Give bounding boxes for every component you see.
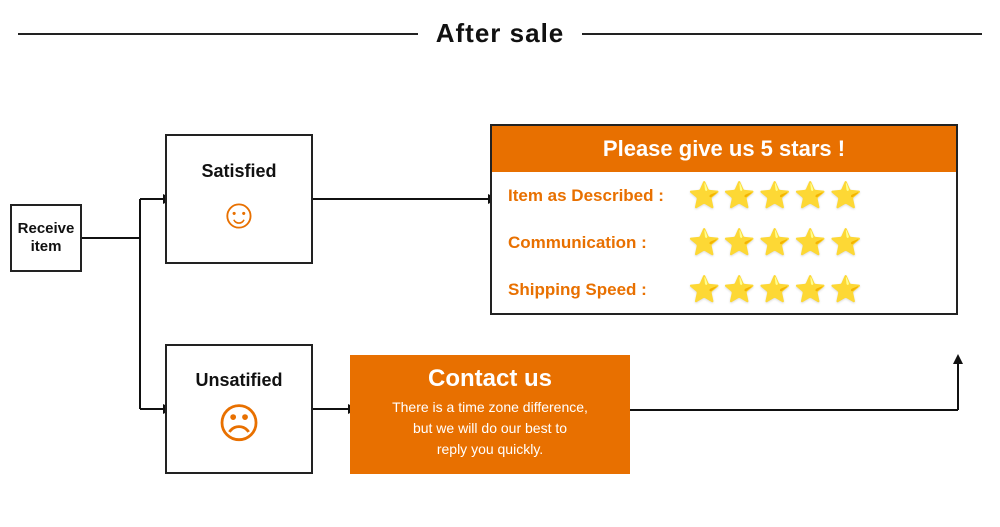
header-line-left xyxy=(18,33,418,35)
header: After sale xyxy=(0,0,1000,59)
satisfied-label: Satisfied xyxy=(201,161,276,182)
star-icon: ⭐ xyxy=(794,227,826,258)
star-icon: ⭐ xyxy=(759,227,791,258)
stars-row-ship: Shipping Speed : ⭐ ⭐ ⭐ ⭐ ⭐ xyxy=(492,266,956,313)
stars-header: Please give us 5 stars ! xyxy=(492,126,956,172)
stars-icons-ship: ⭐ ⭐ ⭐ ⭐ ⭐ xyxy=(688,274,862,305)
stars-row-item: Item as Described : ⭐ ⭐ ⭐ ⭐ ⭐ xyxy=(492,172,956,219)
star-icon: ⭐ xyxy=(794,274,826,305)
stars-icons-comm: ⭐ ⭐ ⭐ ⭐ ⭐ xyxy=(688,227,862,258)
stars-label-ship: Shipping Speed : xyxy=(508,280,688,300)
star-icon: ⭐ xyxy=(688,227,720,258)
star-icon: ⭐ xyxy=(830,274,862,305)
star-icon: ⭐ xyxy=(723,274,755,305)
header-line-right xyxy=(582,33,982,35)
stars-panel: Please give us 5 stars ! Item as Describ… xyxy=(490,124,958,315)
unsatisfied-box: Unsatified ☹ xyxy=(165,344,313,474)
star-icon: ⭐ xyxy=(830,227,862,258)
stars-icons-item: ⭐ ⭐ ⭐ ⭐ ⭐ xyxy=(688,180,862,211)
star-icon: ⭐ xyxy=(759,274,791,305)
unsatisfied-label: Unsatified xyxy=(195,370,282,391)
stars-row-comm: Communication : ⭐ ⭐ ⭐ ⭐ ⭐ xyxy=(492,219,956,266)
star-icon: ⭐ xyxy=(723,180,755,211)
star-icon: ⭐ xyxy=(794,180,826,211)
satisfied-box: Satisfied ☺ xyxy=(165,134,313,264)
contact-title: Contact us xyxy=(428,365,552,393)
star-icon: ⭐ xyxy=(723,227,755,258)
flow-area: Receiveitem Satisfied ☺ Unsatified ☹ Ple… xyxy=(0,59,1000,509)
star-icon: ⭐ xyxy=(759,180,791,211)
star-icon: ⭐ xyxy=(688,180,720,211)
star-icon: ⭐ xyxy=(688,274,720,305)
contact-panel: Contact us There is a time zone differen… xyxy=(350,355,630,474)
receive-item-box: Receiveitem xyxy=(10,204,82,272)
page-title: After sale xyxy=(436,18,565,49)
stars-label-item: Item as Described : xyxy=(508,186,688,206)
stars-label-comm: Communication : xyxy=(508,233,688,253)
frowny-icon: ☹ xyxy=(217,399,261,448)
page-container: After sale xyxy=(0,0,1000,527)
star-icon: ⭐ xyxy=(830,180,862,211)
contact-body: There is a time zone difference,but we w… xyxy=(392,397,588,460)
smiley-icon: ☺ xyxy=(218,190,261,238)
receive-item-label: Receiveitem xyxy=(18,220,75,256)
